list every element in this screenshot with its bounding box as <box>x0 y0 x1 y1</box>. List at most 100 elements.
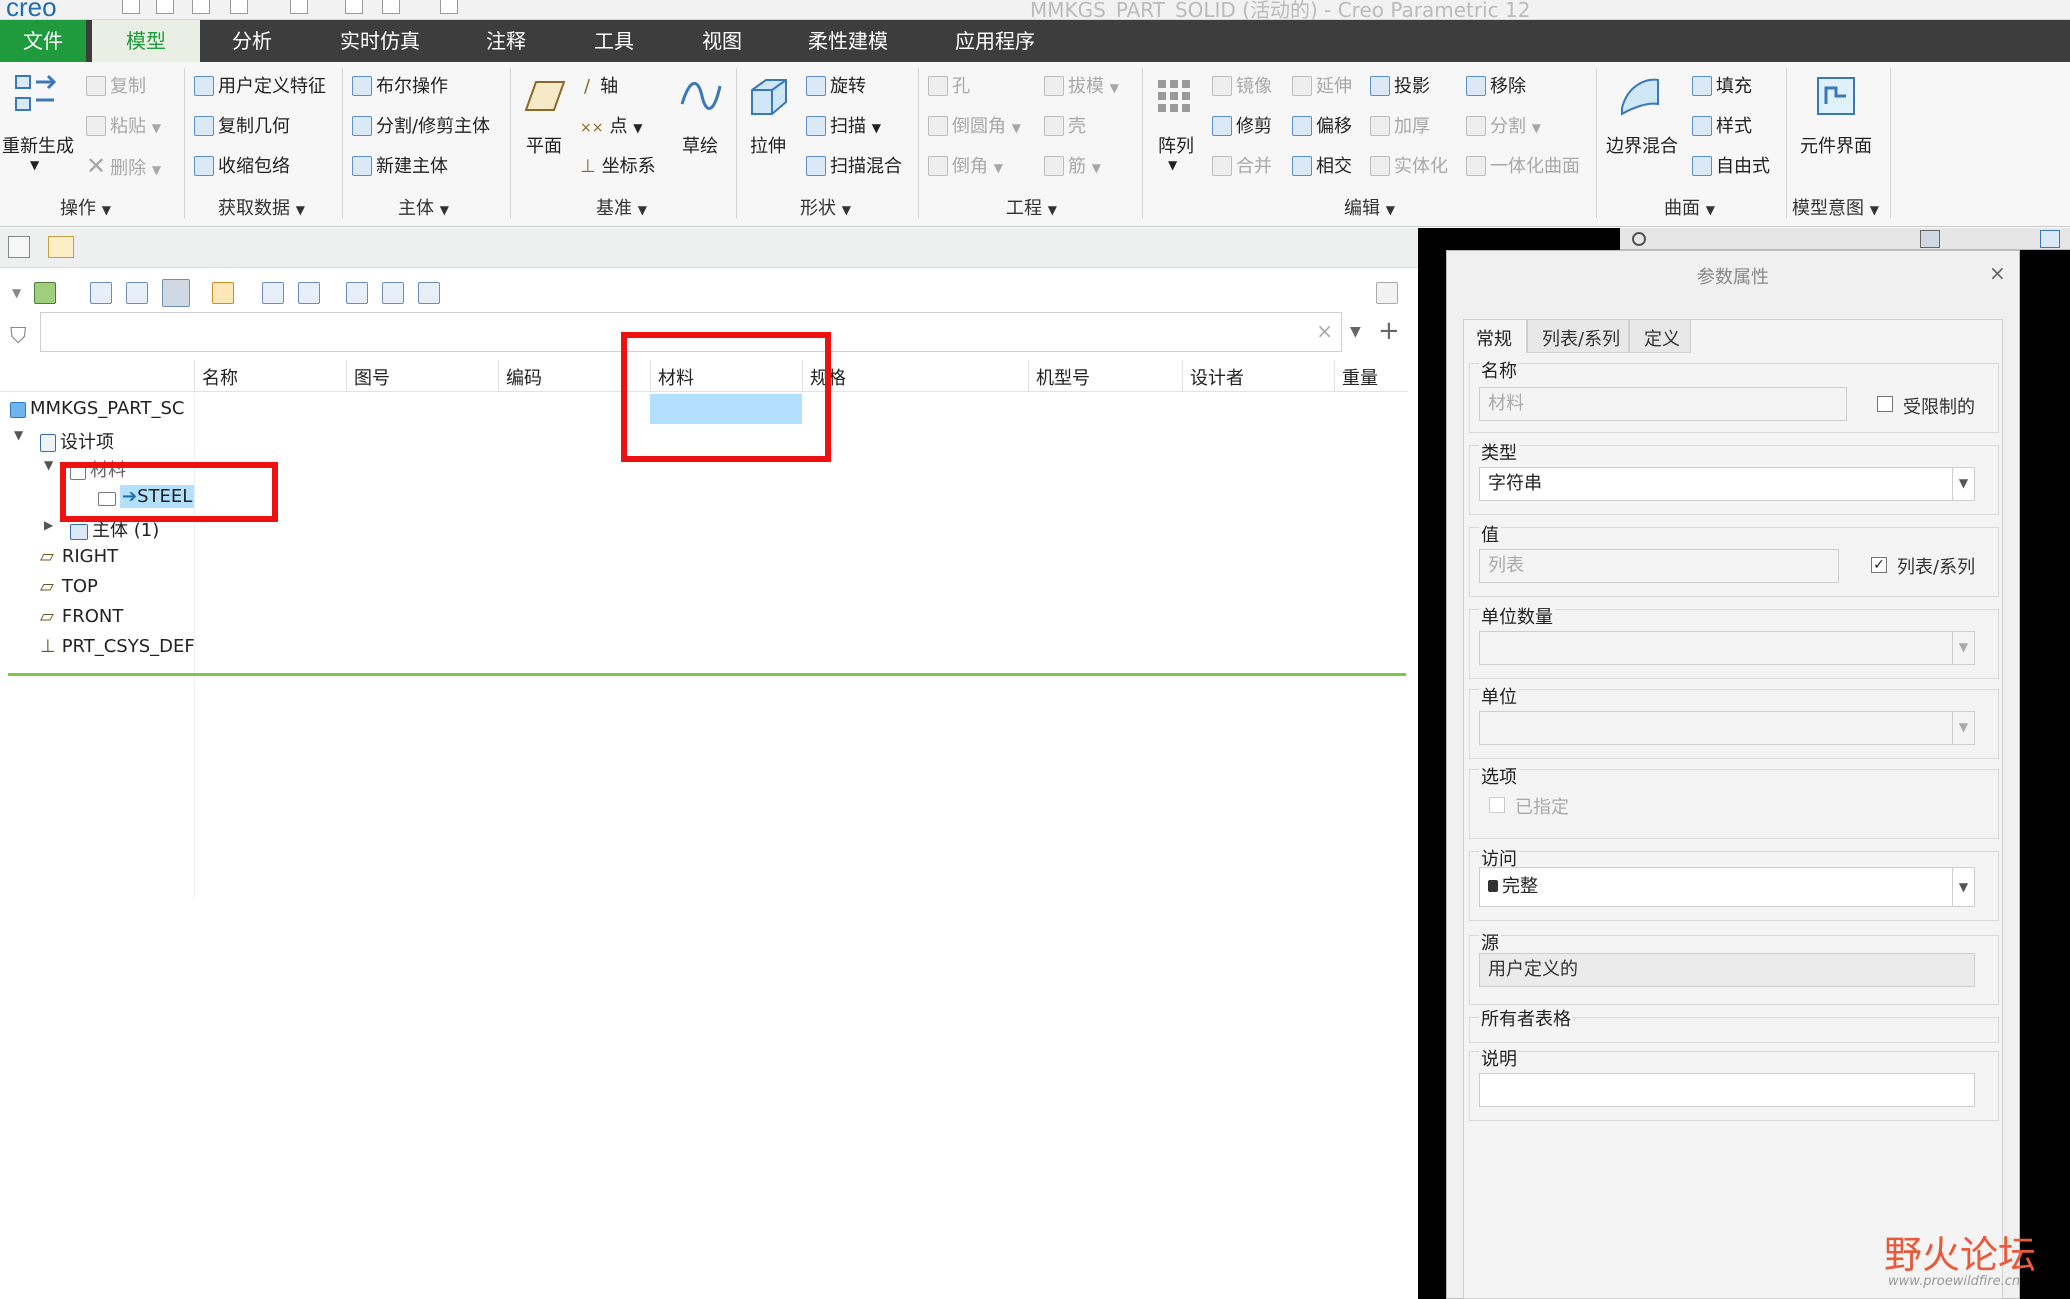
col-designer[interactable]: 设计者 <box>1190 364 1244 390</box>
group-model-intent[interactable]: 模型意图 ▼ <box>1792 194 1879 220</box>
pattern-icon[interactable] <box>1154 74 1198 118</box>
boundary-blend-icon[interactable] <box>1618 74 1662 118</box>
tree-columns-icon[interactable] <box>126 282 148 304</box>
hole-button[interactable]: 孔 <box>928 72 970 98</box>
tree-csys[interactable]: ⊥ PRT_CSYS_DEF <box>40 636 195 657</box>
bodies-toggle-icon[interactable]: ▶ <box>44 518 53 532</box>
sketch-icon[interactable] <box>678 74 722 118</box>
tree-table-icon[interactable] <box>162 279 190 307</box>
group-shapes[interactable]: 形状 ▼ <box>800 194 851 220</box>
unify-surface-button[interactable]: 一体化曲面 <box>1466 152 1580 178</box>
point-button[interactable]: ×× 点 ▼ <box>580 112 642 138</box>
udf-button[interactable]: 用户定义特征 <box>194 72 326 98</box>
view-style-icon[interactable] <box>1920 230 1940 248</box>
type-select[interactable]: 字符串 ▼ <box>1479 467 1975 501</box>
tab-definition[interactable]: 定义 <box>1629 319 1691 353</box>
name-field[interactable]: 材料 <box>1479 387 1847 421</box>
style-button[interactable]: 样式 <box>1692 112 1752 138</box>
search-dropdown-icon[interactable]: ▼ <box>1350 324 1361 340</box>
save-icon[interactable] <box>192 0 210 14</box>
regenerate-dropdown-icon[interactable]: ▼ <box>30 158 39 172</box>
chamfer-button[interactable]: 倒角 ▼ <box>928 152 1003 178</box>
component-interface-button[interactable]: 元件界面 <box>1800 132 1872 158</box>
boolean-button[interactable]: 布尔操作 <box>352 72 448 98</box>
design-items-toggle-icon[interactable]: ▼ <box>14 428 23 442</box>
round-button[interactable]: 倒圆角 ▼ <box>928 112 1021 138</box>
col-model-no[interactable]: 机型号 <box>1036 364 1090 390</box>
remove-button[interactable]: 移除 <box>1466 72 1526 98</box>
new-body-button[interactable]: 新建主体 <box>352 152 448 178</box>
designated-checkbox[interactable] <box>1489 797 1505 813</box>
folder-browser-tab-icon[interactable] <box>48 236 74 258</box>
group-surfaces[interactable]: 曲面 ▼ <box>1664 194 1715 220</box>
add-search-icon[interactable]: + <box>1378 316 1400 346</box>
delete-button[interactable]: ✕ 删除 ▼ <box>86 152 161 180</box>
swept-blend-button[interactable]: 扫描混合 <box>806 152 902 178</box>
layout-icon[interactable] <box>298 282 320 304</box>
split-trim-body-button[interactable]: 分割/修剪主体 <box>352 112 490 138</box>
group-body[interactable]: 主体 ▼ <box>398 194 449 220</box>
mirror-button[interactable]: 镜像 <box>1212 72 1272 98</box>
extrude-icon[interactable] <box>746 74 790 118</box>
list-icon[interactable] <box>346 282 368 304</box>
group-engineering[interactable]: 工程 ▼ <box>1006 194 1057 220</box>
undo-icon[interactable] <box>230 0 248 14</box>
material-folder-toggle-icon[interactable]: ▼ <box>44 458 53 472</box>
paste-button[interactable]: 粘贴 ▼ <box>86 112 161 138</box>
tab-tools[interactable]: 工具 <box>572 20 656 62</box>
copy-button[interactable]: 复制 <box>86 72 146 98</box>
group-operations[interactable]: 操作 ▼ <box>60 194 111 220</box>
model-tree-tab-icon[interactable] <box>8 236 30 258</box>
zoom-icon[interactable] <box>1632 232 1646 246</box>
col-name[interactable]: 名称 <box>202 364 238 390</box>
tab-live-simulation[interactable]: 实时仿真 <box>324 20 436 62</box>
list-series-checkbox[interactable]: ✓ <box>1871 557 1887 573</box>
fill-button[interactable]: 填充 <box>1692 72 1752 98</box>
extend-button[interactable]: 延伸 <box>1292 72 1352 98</box>
group-editing[interactable]: 编辑 ▼ <box>1344 194 1395 220</box>
windows-icon[interactable] <box>382 0 400 14</box>
trim-button[interactable]: 修剪 <box>1212 112 1272 138</box>
layers-icon[interactable] <box>382 282 404 304</box>
value-field[interactable]: 列表 <box>1479 549 1839 583</box>
shrinkwrap-button[interactable]: 收缩包络 <box>194 152 290 178</box>
col-code[interactable]: 编码 <box>506 364 542 390</box>
col-weight[interactable]: 重量 <box>1342 364 1378 390</box>
part-icon[interactable] <box>34 282 56 304</box>
plane-icon[interactable] <box>522 74 566 118</box>
tab-flexible-modeling[interactable]: 柔性建模 <box>790 20 906 62</box>
extrude-button[interactable]: 拉伸 <box>750 132 786 158</box>
tree-filter-icon[interactable] <box>90 282 112 304</box>
draft-button[interactable]: 拔模 ▼ <box>1044 72 1119 98</box>
component-interface-icon[interactable] <box>1814 74 1858 118</box>
merge-button[interactable]: 合并 <box>1212 152 1272 178</box>
description-field[interactable] <box>1479 1073 1975 1107</box>
tree-right-plane[interactable]: ▱ RIGHT <box>40 546 118 567</box>
hierarchy-icon[interactable] <box>418 282 440 304</box>
tab-model[interactable]: 模型 <box>92 20 200 62</box>
tree-top-plane[interactable]: ▱ TOP <box>40 576 98 597</box>
solidify-button[interactable]: 实体化 <box>1370 152 1448 178</box>
intersect-button[interactable]: 相交 <box>1292 152 1352 178</box>
filter-funnel-icon[interactable]: ⛉ <box>10 324 27 349</box>
restricted-checkbox[interactable] <box>1877 396 1893 412</box>
unit-quantity-select[interactable]: ▼ <box>1479 631 1975 665</box>
expand-panel-icon[interactable] <box>1376 282 1398 304</box>
sketch-button[interactable]: 草绘 <box>682 132 718 158</box>
tab-view[interactable]: 视图 <box>680 20 764 62</box>
tab-annotate[interactable]: 注释 <box>462 20 550 62</box>
tree-collapse-icon[interactable]: ▼ <box>12 286 21 300</box>
pattern-dropdown-icon[interactable]: ▼ <box>1168 158 1177 172</box>
rib-button[interactable]: 筋 ▼ <box>1044 152 1101 178</box>
insert-here-line[interactable] <box>8 673 1406 676</box>
boundary-blend-button[interactable]: 边界混合 <box>1606 132 1678 158</box>
tab-analysis[interactable]: 分析 <box>206 20 298 62</box>
tab-applications[interactable]: 应用程序 <box>930 20 1060 62</box>
add-column-icon[interactable] <box>212 282 234 304</box>
close-window-icon[interactable] <box>440 0 458 14</box>
new-file-icon[interactable] <box>122 0 140 14</box>
offset-button[interactable]: 偏移 <box>1292 112 1352 138</box>
tab-file[interactable]: 文件 <box>0 20 86 62</box>
settings-filter-icon[interactable] <box>262 282 284 304</box>
saved-views-icon[interactable] <box>2040 230 2060 248</box>
